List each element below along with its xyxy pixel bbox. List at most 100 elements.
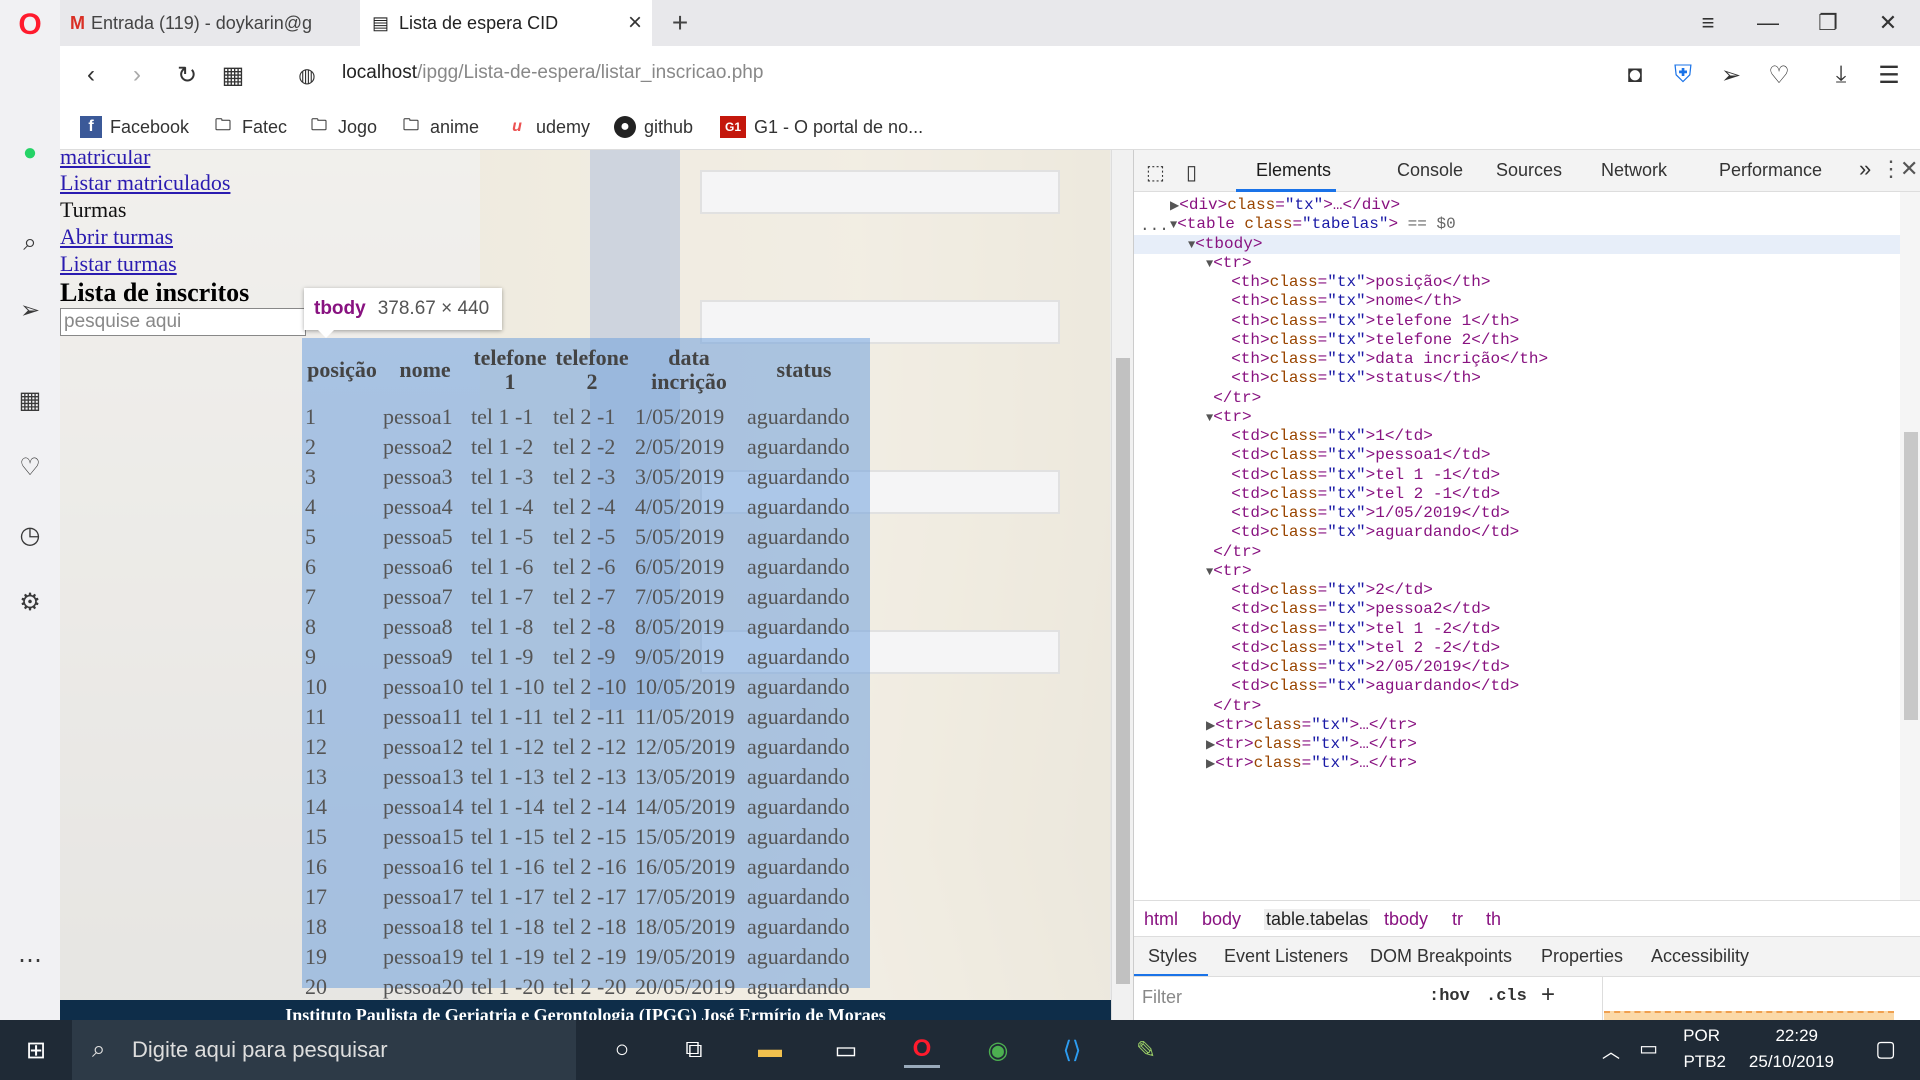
- windows-start-icon[interactable]: ⊞: [18, 1032, 54, 1068]
- tab-menu-icon[interactable]: ≡: [1686, 6, 1730, 40]
- crumb-tbody[interactable]: tbody: [1384, 909, 1428, 930]
- dom-node-line[interactable]: <th>class="tx">telefone 2</th>: [1224, 331, 1519, 350]
- dom-node-line[interactable]: ▶<div>class="tx">…</div>: [1170, 196, 1400, 215]
- link-listar-turmas[interactable]: Listar turmas: [60, 251, 177, 277]
- opera-logo-icon[interactable]: O: [15, 8, 45, 41]
- tab-elements[interactable]: Elements: [1256, 160, 1331, 181]
- dom-node-line[interactable]: ▼<table class="tabelas"> == $0: [1170, 215, 1456, 234]
- tab-lista-de-espera[interactable]: ▤ Lista de espera CID ×: [360, 0, 652, 46]
- dom-node-line[interactable]: <td>class="tx">tel 2 -1</td>: [1224, 485, 1500, 504]
- bookmark-github[interactable]: ● github: [614, 114, 693, 140]
- expand-toggle-icon[interactable]: ▶: [1170, 199, 1179, 213]
- tab-styles[interactable]: Styles: [1148, 946, 1197, 967]
- expand-toggle-icon[interactable]: ▼: [1206, 257, 1213, 271]
- device-toolbar-icon[interactable]: ▯: [1186, 160, 1197, 185]
- bookmark-anime[interactable]: 🗀 anime: [400, 114, 479, 140]
- tab-dom-breakpoints[interactable]: DOM Breakpoints: [1370, 946, 1512, 967]
- chrome-icon[interactable]: ◉: [980, 1032, 1016, 1068]
- new-style-rule-button[interactable]: +: [1541, 981, 1555, 1009]
- dom-node-line[interactable]: </tr>: [1206, 543, 1261, 562]
- crumb-html[interactable]: html: [1144, 909, 1178, 930]
- dom-scrollbar[interactable]: [1900, 192, 1920, 900]
- dom-node-line[interactable]: <td>class="tx">2/05/2019</td>: [1224, 658, 1509, 677]
- new-tab-button[interactable]: +: [660, 0, 700, 46]
- dom-node-line[interactable]: <td>class="tx">1</td>: [1224, 427, 1433, 446]
- link-matricular[interactable]: matricular: [60, 150, 150, 170]
- more-tabs-icon[interactable]: »: [1859, 156, 1871, 182]
- cls-toggle[interactable]: .cls: [1486, 987, 1527, 1006]
- tabs-grid-icon[interactable]: ▦: [216, 58, 250, 92]
- file-explorer-icon[interactable]: ▬: [752, 1032, 788, 1068]
- link-abrir-turmas[interactable]: Abrir turmas: [60, 224, 173, 250]
- dom-node-line[interactable]: ▼<tr>: [1206, 254, 1252, 273]
- bookmark-jogo[interactable]: 🗀 Jogo: [308, 114, 377, 140]
- restore-icon[interactable]: ❐: [1806, 6, 1850, 40]
- expand-toggle-icon[interactable]: ▶: [1206, 757, 1215, 771]
- dom-node-line[interactable]: <td>class="tx">tel 1 -2</td>: [1224, 620, 1500, 639]
- dom-node-line[interactable]: <th>class="tx">posição</th>: [1224, 273, 1490, 292]
- dom-node-line[interactable]: ▼<tbody>: [1188, 235, 1262, 254]
- dom-node-line[interactable]: ▼<tr>: [1206, 562, 1252, 581]
- tab-accessibility[interactable]: Accessibility: [1651, 946, 1749, 967]
- hov-toggle[interactable]: :hov: [1429, 987, 1470, 1006]
- filter-input[interactable]: Filter: [1142, 983, 1417, 1013]
- network-icon[interactable]: ▭: [1639, 1036, 1658, 1061]
- dom-node-line[interactable]: ▶<tr>class="tx">…</tr>: [1206, 754, 1417, 773]
- dom-node-line[interactable]: <td>class="tx">2</td>: [1224, 581, 1433, 600]
- back-icon[interactable]: ‹: [74, 58, 108, 92]
- close-tab-icon[interactable]: ×: [628, 9, 642, 37]
- clock-time[interactable]: 22:29: [1775, 1026, 1818, 1046]
- tab-gmail[interactable]: M Entrada (119) - doykarin@g: [70, 0, 360, 46]
- speed-dial-icon[interactable]: ▦: [15, 385, 45, 415]
- dom-node-line[interactable]: <td>class="tx">1/05/2019</td>: [1224, 504, 1509, 523]
- dom-node-line[interactable]: <td>class="tx">tel 2 -2</td>: [1224, 639, 1500, 658]
- scrollbar-thumb[interactable]: [1904, 432, 1918, 720]
- terminal-icon[interactable]: ▭: [828, 1032, 864, 1068]
- language-primary[interactable]: POR: [1683, 1026, 1720, 1046]
- url-field[interactable]: localhost/ipgg/Lista-de-espera/listar_in…: [342, 62, 763, 84]
- snapshot-icon[interactable]: ◘: [1618, 58, 1652, 92]
- search-icon[interactable]: ⌕: [15, 228, 45, 258]
- expand-toggle-icon[interactable]: ▼: [1206, 565, 1213, 579]
- tab-network[interactable]: Network: [1601, 160, 1667, 181]
- heart-icon[interactable]: ♡: [15, 452, 45, 482]
- expand-toggle-icon[interactable]: ▶: [1206, 738, 1215, 752]
- settings-icon[interactable]: ⚙: [15, 587, 45, 617]
- tab-event-listeners[interactable]: Event Listeners: [1224, 946, 1348, 967]
- dom-node-line[interactable]: </tr>: [1206, 389, 1261, 408]
- whatsapp-icon[interactable]: ●: [15, 138, 45, 168]
- dom-node-line[interactable]: <th>class="tx">telefone 1</th>: [1224, 312, 1519, 331]
- tab-performance[interactable]: Performance: [1719, 160, 1822, 181]
- dom-node-line[interactable]: <th>class="tx">nome</th>: [1224, 292, 1461, 311]
- forward-icon[interactable]: ›: [120, 58, 154, 92]
- dom-node-line[interactable]: <td>class="tx">aguardando</td>: [1224, 523, 1519, 542]
- language-secondary[interactable]: PTB2: [1683, 1052, 1726, 1072]
- crumb-tr[interactable]: tr: [1452, 909, 1463, 930]
- dom-node-line[interactable]: <td>class="tx">aguardando</td>: [1224, 677, 1519, 696]
- minimize-icon[interactable]: —: [1746, 6, 1790, 40]
- crumb-body[interactable]: body: [1202, 909, 1241, 930]
- tab-sources[interactable]: Sources: [1496, 160, 1562, 181]
- dom-node-line[interactable]: ▶<tr>class="tx">…</tr>: [1206, 716, 1417, 735]
- vscode-icon[interactable]: ⟨⟩: [1054, 1032, 1090, 1068]
- bookmark-fatec[interactable]: 🗀 Fatec: [212, 114, 287, 140]
- devtools-menu-icon[interactable]: ⋮: [1880, 156, 1902, 182]
- search-input[interactable]: pesquise aqui: [60, 308, 306, 336]
- crumb-table[interactable]: table.tabelas: [1264, 909, 1371, 930]
- flow-send-icon[interactable]: ➢: [1714, 58, 1748, 92]
- expand-toggle-icon[interactable]: ▼: [1188, 238, 1195, 252]
- close-window-icon[interactable]: ✕: [1866, 6, 1910, 40]
- bookmark-udemy[interactable]: u udemy: [506, 114, 590, 140]
- notifications-icon[interactable]: ▢: [1875, 1036, 1896, 1062]
- tab-properties[interactable]: Properties: [1541, 946, 1623, 967]
- dom-node-line[interactable]: <th>class="tx">data incrição</th>: [1224, 350, 1548, 369]
- page-scrollbar[interactable]: [1111, 150, 1133, 1020]
- dom-node-line[interactable]: </tr>: [1206, 697, 1261, 716]
- scrollbar-thumb[interactable]: [1116, 358, 1130, 984]
- expand-toggle-icon[interactable]: ▼: [1170, 218, 1177, 232]
- more-icon[interactable]: ⋯: [15, 945, 45, 975]
- bookmark-facebook[interactable]: f Facebook: [80, 114, 189, 140]
- easy-setup-icon[interactable]: ☰: [1872, 58, 1906, 92]
- notepad-plus-icon[interactable]: ✎: [1128, 1032, 1164, 1068]
- tab-console[interactable]: Console: [1397, 160, 1463, 181]
